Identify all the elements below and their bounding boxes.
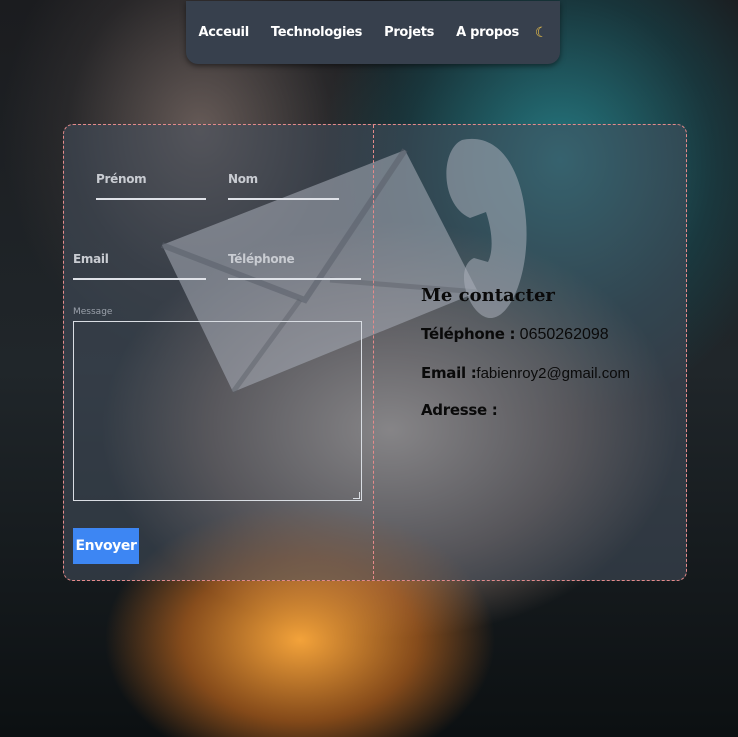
first-name-field[interactable]: Prénom <box>96 172 206 200</box>
last-name-label: Nom <box>228 172 258 186</box>
send-button[interactable]: Envoyer <box>73 528 139 564</box>
email-underline <box>73 278 206 280</box>
last-name-field[interactable]: Nom <box>228 172 339 200</box>
contact-phone-key: Téléphone : <box>421 325 516 343</box>
contact-email: Email :fabienroy2@gmail.com <box>421 364 630 383</box>
phone-label: Téléphone <box>228 252 295 266</box>
email-field[interactable]: Email <box>73 252 206 280</box>
contact-address-key: Adresse : <box>421 401 498 419</box>
phone-field[interactable]: Téléphone <box>228 252 361 280</box>
phone-underline <box>228 278 361 280</box>
contact-phone-value: 0650262098 <box>515 326 609 343</box>
contact-heading: Me contacter <box>421 285 555 306</box>
panel-divider <box>373 125 374 579</box>
contact-address: Adresse : <box>421 401 498 420</box>
first-name-underline <box>96 198 206 200</box>
first-name-label: Prénom <box>96 172 147 186</box>
contact-email-value: fabienroy2@gmail.com <box>476 365 631 382</box>
message-label: Message <box>73 307 113 317</box>
email-label: Email <box>73 252 109 266</box>
contact-email-key: Email : <box>421 364 477 382</box>
message-textarea[interactable] <box>73 321 362 501</box>
resize-handle-icon[interactable] <box>353 492 360 499</box>
contact-phone: Téléphone : 0650262098 <box>421 325 609 344</box>
last-name-underline <box>228 198 339 200</box>
